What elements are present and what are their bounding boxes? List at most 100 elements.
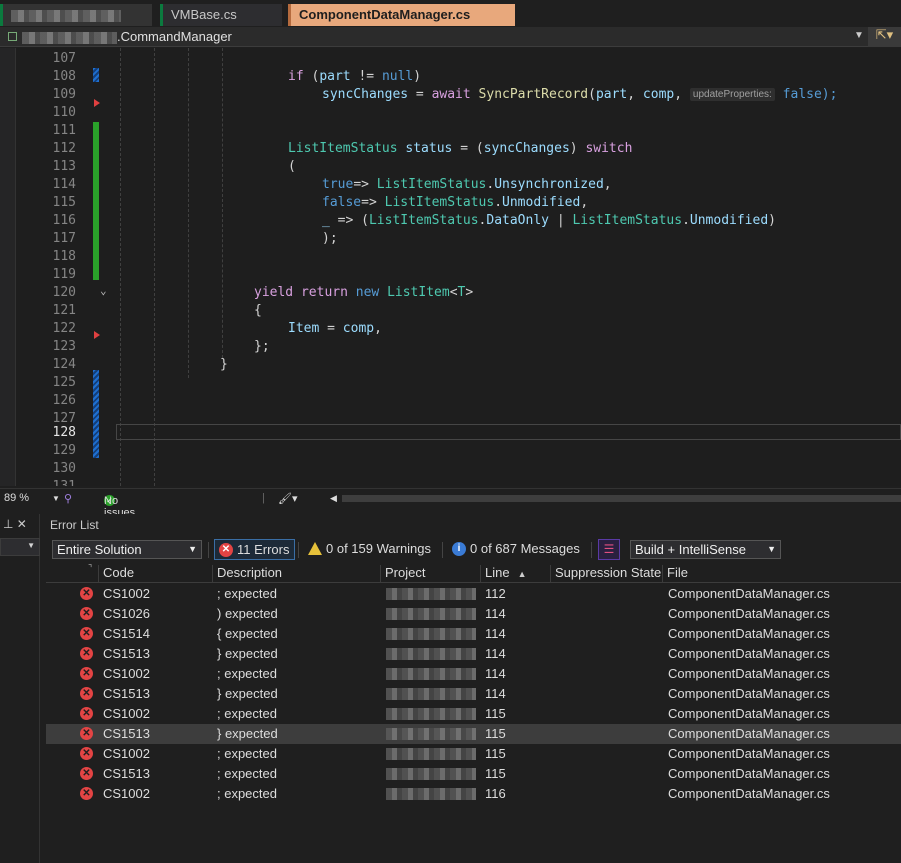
line-number: 112 bbox=[52, 141, 76, 156]
error-file: ComponentDataManager.cs bbox=[668, 586, 830, 601]
code-text: Item = comp, bbox=[288, 321, 382, 336]
error-row[interactable]: ✕ CS1514 { expected 114 ComponentDataManager… bbox=[46, 624, 901, 644]
error-icon: ✕ bbox=[80, 727, 93, 740]
warnings-label: 0 of 159 Warnings bbox=[326, 541, 432, 556]
project-name-redacted bbox=[386, 768, 476, 780]
pin-icon[interactable]: ⊥ ✕ bbox=[3, 517, 27, 531]
scroll-left-icon[interactable]: ◀ bbox=[330, 493, 337, 504]
error-row[interactable]: ✕ CS1002 ; expected 112 ComponentDataManager… bbox=[46, 584, 901, 604]
chevron-down-icon[interactable]: ▼ bbox=[52, 494, 60, 503]
error-code: CS1513 bbox=[103, 726, 150, 741]
column-header-code[interactable]: Code bbox=[98, 565, 214, 582]
navigate-icon[interactable]: ⇱▾ bbox=[868, 27, 901, 47]
line-number: 122 bbox=[52, 321, 76, 336]
error-code: CS1513 bbox=[103, 686, 150, 701]
error-row[interactable]: ✕ CS1026) expected 114 ComponentDataManager… bbox=[46, 604, 901, 624]
sort-ascending-icon: ▲ bbox=[517, 569, 527, 579]
code-line: 125 bbox=[0, 374, 901, 392]
error-file: ComponentDataManager.cs bbox=[668, 646, 830, 661]
line-number: 128 bbox=[52, 425, 76, 440]
error-line: 115 bbox=[485, 746, 506, 761]
messages-filter-button[interactable]: i 0 of 687 Messages bbox=[448, 539, 584, 560]
copilot-icon[interactable]: ⚲ bbox=[64, 492, 72, 505]
error-description: ; expected bbox=[217, 786, 277, 801]
warning-icon bbox=[308, 542, 322, 555]
line-number: 109 bbox=[52, 87, 76, 102]
header-label: Suppression State bbox=[555, 565, 662, 580]
column-header-line[interactable]: Line ▲ bbox=[480, 565, 552, 582]
error-icon: ✕ bbox=[80, 627, 93, 640]
error-line: 116 bbox=[485, 786, 506, 801]
tab-component-data-manager[interactable]: ComponentDataManager.cs bbox=[288, 4, 515, 26]
column-header-file[interactable]: File bbox=[662, 565, 901, 582]
chevron-down-icon: ▼ bbox=[188, 544, 197, 554]
chevron-down-icon[interactable]: ▼ bbox=[854, 30, 864, 41]
error-description: ; expected bbox=[217, 666, 277, 681]
column-chooser-icon[interactable]: ⌝ bbox=[88, 563, 92, 574]
error-list-toolbar: Entire Solution ▼ ✕ 11 Errors 0 of 159 War… bbox=[46, 538, 901, 562]
error-description: ) expected bbox=[217, 606, 278, 621]
error-row[interactable]: ✕ CS1002 ; expected 115 ComponentDataManager… bbox=[46, 704, 901, 724]
editor-status-bar: 89 % ▼ ⚲ ✓ No issues found | 🖌▾ ◀ bbox=[0, 488, 901, 531]
column-header-suppression[interactable]: Suppression State bbox=[550, 565, 664, 582]
error-row[interactable]: ✕ CS1513} expected 114 ComponentDataManager… bbox=[46, 644, 901, 664]
zoom-level[interactable]: 89 % bbox=[4, 492, 29, 504]
code-editor[interactable]: ⌄ 107 108 if (part != null) 109 syncChange… bbox=[0, 48, 901, 486]
error-line: 115 bbox=[485, 706, 506, 721]
header-label: Code bbox=[103, 565, 135, 580]
error-line: 114 bbox=[485, 666, 506, 681]
line-number: 108 bbox=[52, 69, 76, 84]
error-file: ComponentDataManager.cs bbox=[668, 706, 830, 721]
filter-icon[interactable]: ☰ bbox=[598, 539, 620, 560]
code-line: 112 ListItemStatus status = (syncChanges)… bbox=[0, 140, 901, 158]
error-row[interactable]: ✕ CS1002 ; expected 116 ComponentDataManager… bbox=[46, 784, 901, 804]
error-description: ; expected bbox=[217, 746, 277, 761]
line-number: 110 bbox=[52, 105, 76, 120]
code-line: 128 bbox=[0, 424, 901, 442]
side-panel-strip: ⊥ ✕ ▼ bbox=[0, 514, 40, 863]
error-icon: ✕ bbox=[80, 667, 93, 680]
header-label: Project bbox=[385, 565, 426, 580]
column-header-description[interactable]: Description bbox=[212, 565, 382, 582]
code-line: 120 yield return new ListItem<T> bbox=[0, 284, 901, 302]
brush-icon[interactable]: 🖌▾ bbox=[278, 492, 298, 505]
horizontal-scrollbar[interactable] bbox=[342, 495, 901, 502]
code-line: 113 ( bbox=[0, 158, 901, 176]
error-row[interactable]: ✕ CS1513 ; expected 115 ComponentDataManager… bbox=[46, 764, 901, 784]
scope-dropdown[interactable]: Entire Solution ▼ bbox=[52, 540, 202, 559]
error-file: ComponentDataManager.cs bbox=[668, 746, 830, 761]
error-line: 112 bbox=[485, 586, 506, 601]
code-text: yield return new ListItem<T> bbox=[254, 285, 474, 300]
tab-blurred[interactable] bbox=[0, 4, 152, 26]
side-dropdown[interactable]: ▼ bbox=[0, 538, 40, 556]
column-header-project[interactable]: Project bbox=[380, 565, 480, 582]
divider bbox=[591, 542, 592, 558]
error-code: CS1513 bbox=[103, 766, 150, 781]
member-dropdown[interactable]: .CommandManager bbox=[22, 29, 232, 44]
code-text: _ => (ListItemStatus.DataOnly | ListItem… bbox=[322, 213, 776, 228]
line-number: 129 bbox=[52, 443, 76, 458]
tab-vmbase[interactable]: VMBase.cs bbox=[160, 4, 282, 26]
error-list-header: ⌝ Code Description Project Line ▲ Suppres… bbox=[46, 563, 901, 583]
code-text: if (part != null) bbox=[288, 69, 422, 84]
project-name-redacted bbox=[386, 708, 476, 720]
line-number: 130 bbox=[52, 461, 76, 476]
redacted-text bbox=[11, 9, 121, 22]
inlay-hint: updateProperties: bbox=[689, 88, 775, 101]
code-text: true=> ListItemStatus.Unsynchronized, bbox=[322, 177, 612, 192]
code-line: 115 false=> ListItemStatus.Unmodified, bbox=[0, 194, 901, 212]
project-name-redacted bbox=[386, 648, 476, 660]
code-text: } bbox=[220, 357, 228, 372]
line-number: 123 bbox=[52, 339, 76, 354]
code-text: ); bbox=[322, 231, 338, 246]
error-row[interactable]: ✕ CS1002 ; expected 115 ComponentDataManager… bbox=[46, 744, 901, 764]
header-label: File bbox=[667, 565, 688, 580]
header-label: Line bbox=[485, 565, 510, 580]
error-file: ComponentDataManager.cs bbox=[668, 686, 830, 701]
errors-filter-button[interactable]: ✕ 11 Errors bbox=[214, 539, 295, 560]
error-row[interactable]: ✕ CS1002 ; expected 114 ComponentDataManager… bbox=[46, 664, 901, 684]
error-row[interactable]: ✕ CS1513} expected 114 ComponentDataManager… bbox=[46, 684, 901, 704]
error-row[interactable]: ✕ CS1513} expected 115 ComponentDataManager… bbox=[46, 724, 901, 744]
warnings-filter-button[interactable]: 0 of 159 Warnings bbox=[304, 539, 435, 560]
build-source-dropdown[interactable]: Build + IntelliSense ▼ bbox=[630, 540, 781, 559]
